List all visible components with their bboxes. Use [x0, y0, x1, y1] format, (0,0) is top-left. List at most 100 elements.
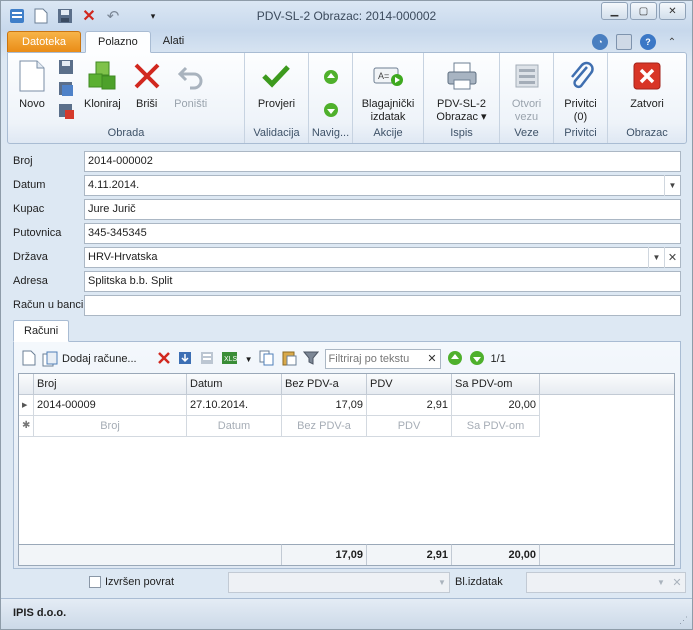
row-indicator-icon[interactable]: ▶ [19, 395, 34, 416]
copy-icon[interactable] [259, 350, 275, 369]
new-row-bez-pdv[interactable]: Bez PDV-a [282, 416, 367, 437]
minimize-icon[interactable]: ▁ [601, 2, 628, 20]
col-header-broj[interactable]: Broj [34, 374, 187, 395]
bl-izdatak-dropdown-icon[interactable]: ▼ [653, 572, 669, 593]
new-row-datum[interactable]: Datum [187, 416, 282, 437]
chart-icon[interactable]: ◔ [592, 34, 608, 50]
excel-dropdown-icon[interactable]: ▼ [245, 355, 253, 364]
tab-polazno[interactable]: Polazno [85, 31, 151, 53]
otvori-label-1: Otvori [511, 98, 542, 110]
new-row-pdv[interactable]: PDV [367, 416, 452, 437]
paste-icon[interactable] [281, 350, 297, 369]
import-icon[interactable] [177, 350, 193, 369]
add-invoices-button[interactable]: Dodaj račune... [42, 351, 137, 367]
navigate-up-icon[interactable] [323, 69, 339, 88]
layout-icon[interactable] [199, 350, 215, 369]
page-down-icon[interactable] [469, 350, 485, 369]
drzava-clear-icon[interactable]: ✕ [664, 247, 680, 268]
save-all-icon[interactable] [58, 81, 76, 97]
group-label-navig: Navig... [311, 127, 350, 139]
group-privitci: Privitci (0) Privitci [554, 53, 608, 143]
close-icon[interactable]: ✕ [659, 2, 686, 20]
bl-izdatak-label: Bl.izdatak [455, 576, 503, 588]
filter-clear-icon[interactable]: ✕ [427, 352, 436, 365]
group-label-privitci: Privitci [564, 127, 597, 139]
broj-field[interactable]: 2014-000002 [84, 151, 681, 172]
broj-label: Broj [13, 155, 33, 167]
kupac-field[interactable]: Jure Jurič [84, 199, 681, 220]
new-page-icon [16, 60, 48, 92]
izvrsen-povrat-checkbox[interactable] [89, 576, 101, 588]
table-row-bez-pdv[interactable]: 17,09 [282, 395, 367, 416]
adresa-field[interactable]: Splitska b.b. Split [84, 271, 681, 292]
navigate-down-icon[interactable] [323, 102, 339, 121]
new-row-indicator-icon[interactable]: ✱ [19, 416, 34, 437]
row-drzava: Država HRV-Hrvatska ▼ ✕ [7, 247, 687, 269]
group-ispis: PDV-SL-2 Obrazac ▾ Ispis [424, 53, 500, 143]
new-row-broj[interactable]: Broj [34, 416, 187, 437]
printer-icon [446, 60, 478, 92]
grid-toolbar: Dodaj račune... XLS ▼ Filtriraj po tekst… [22, 348, 506, 370]
drzava-label: Država [13, 251, 48, 263]
filter-input[interactable]: Filtriraj po tekstu ✕ [324, 349, 441, 369]
table-row-pdv[interactable]: 2,91 [367, 395, 452, 416]
collapse-ribbon-icon[interactable]: ⌃ [664, 34, 680, 50]
close-red-icon [631, 60, 663, 92]
drzava-field[interactable]: HRV-Hrvatska [84, 247, 681, 268]
bl-izdatak-clear-icon[interactable]: ✕ [669, 572, 685, 593]
application-window: ✕ ↶ ▾ PDV-SL-2 Obrazac: 2014-000002 ▁ ▢ … [0, 0, 693, 630]
provjeri-label: Provjeri [257, 98, 296, 110]
new-row-icon[interactable] [22, 350, 36, 369]
privitci-label-2: (0) [573, 111, 588, 123]
save-small-icon[interactable] [58, 59, 76, 75]
row-datum: Datum 4.11.2014. ▼ [7, 175, 687, 197]
undo-large-icon [175, 60, 207, 92]
tab-datoteka[interactable]: Datoteka [7, 31, 82, 53]
drzava-dropdown-icon[interactable]: ▼ [648, 247, 664, 268]
delete-x-icon [131, 60, 163, 92]
excel-export-icon[interactable]: XLS [221, 350, 239, 369]
resize-grip-icon[interactable]: ⋰ [679, 615, 688, 626]
row-adresa: Adresa Splitska b.b. Split [7, 271, 687, 293]
help-icon[interactable]: ? [640, 34, 656, 50]
table-row-sa-pdv[interactable]: 20,00 [452, 395, 540, 416]
zatvori-label: Zatvori [630, 98, 664, 110]
new-row-sa-pdv[interactable]: Sa PDV-om [452, 416, 540, 437]
kupac-label: Kupac [13, 203, 45, 215]
izvrsen-dropdown-icon[interactable]: ▼ [434, 572, 450, 593]
delete-row-icon[interactable] [157, 351, 171, 368]
filter-funnel-icon[interactable] [302, 350, 319, 369]
privitci-label-1: Privitci [564, 98, 597, 110]
datum-field[interactable]: 4.11.2014. [84, 175, 681, 196]
table-row-broj[interactable]: 2014-00009 [34, 395, 187, 416]
row-indicator-header [19, 374, 34, 395]
maximize-icon[interactable]: ▢ [630, 2, 657, 20]
title-bar: ✕ ↶ ▾ PDV-SL-2 Obrazac: 2014-000002 ▁ ▢ … [1, 1, 692, 31]
cash-receipt-icon: A= [372, 60, 404, 92]
col-header-sa-pdv[interactable]: Sa PDV-om [452, 374, 540, 395]
table-row-datum[interactable]: 27.10.2014. [187, 395, 282, 416]
racun-u-banci-label: Račun u banci [13, 299, 84, 311]
tab-alati[interactable]: Alati [151, 31, 196, 53]
putovnica-field[interactable]: 345-345345 [84, 223, 681, 244]
page-indicator: 1/1 [490, 353, 506, 365]
datum-dropdown-icon[interactable]: ▼ [664, 175, 680, 196]
ispis-label-1: PDV-SL-2 [437, 98, 486, 110]
clone-cubes-icon [86, 60, 118, 92]
col-header-bez-pdv[interactable]: Bez PDV-a [282, 374, 367, 395]
col-header-pdv[interactable]: PDV [367, 374, 452, 395]
blagajnicki-label-2: izdatak [370, 111, 406, 123]
group-label-obrazac: Obrazac [626, 127, 668, 139]
tab-racuni[interactable]: Računi [13, 320, 70, 342]
izvrsen-povrat-select[interactable] [228, 572, 450, 593]
col-header-datum[interactable]: Datum [187, 374, 282, 395]
save-close-icon[interactable] [58, 103, 76, 119]
otvori-label-2: vezu [514, 111, 539, 123]
izvrsen-povrat-label: Izvršen povrat [105, 576, 175, 588]
company-name: IPIS d.o.o. [13, 607, 67, 619]
page-up-icon[interactable] [447, 350, 463, 369]
calculator-icon[interactable] [616, 34, 632, 50]
kloniraj-label: Kloniraj [84, 98, 121, 110]
racun-u-banci-field[interactable] [84, 295, 681, 316]
ispis-label-2: Obrazac [436, 111, 478, 123]
